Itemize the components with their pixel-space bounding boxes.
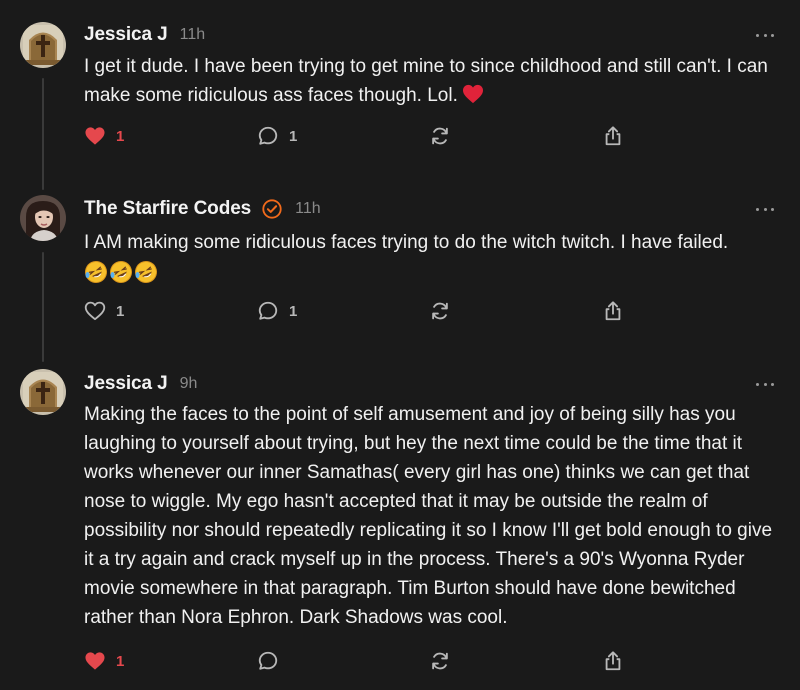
red-heart-icon — [462, 84, 484, 113]
share-button[interactable] — [602, 124, 624, 148]
dot-icon — [756, 382, 759, 386]
like-button[interactable]: 1 — [84, 124, 124, 148]
dot-icon — [756, 33, 759, 37]
reply-button[interactable]: 1 — [257, 299, 297, 323]
post-2: The Starfire Codes 11h I AM making some … — [0, 176, 800, 362]
heart-outline-icon — [84, 301, 106, 321]
dot-icon — [771, 33, 774, 37]
share-button[interactable] — [602, 649, 624, 673]
heart-filled-icon — [85, 652, 105, 670]
post-text: Making the faces to the point of self am… — [84, 404, 773, 628]
dot-icon — [763, 382, 767, 386]
share-icon — [605, 301, 621, 321]
more-options-button[interactable] — [756, 32, 774, 38]
post-body: Making the faces to the point of self am… — [84, 400, 784, 632]
like-button[interactable]: 1 — [84, 299, 124, 323]
dot-icon — [771, 207, 774, 211]
post-3: Jessica J 9h Making the faces to the poi… — [0, 352, 800, 690]
like-count: 1 — [116, 127, 125, 145]
comment-icon — [258, 301, 278, 320]
dot-icon — [763, 207, 767, 211]
rolling-on-floor-laughing-icon — [135, 260, 157, 283]
post-header: Jessica J 9h — [84, 371, 197, 397]
dot-icon — [763, 33, 767, 37]
repost-icon — [432, 652, 448, 670]
dot-icon — [771, 382, 774, 386]
emoji-group — [84, 260, 158, 284]
post-header: The Starfire Codes 11h — [84, 196, 321, 222]
avatar[interactable] — [20, 369, 66, 415]
timestamp[interactable]: 11h — [295, 200, 321, 218]
post-text: I AM making some ridiculous faces trying… — [84, 232, 729, 253]
share-icon — [605, 651, 621, 671]
repost-button[interactable] — [429, 649, 451, 673]
comment-icon — [258, 651, 278, 670]
timestamp[interactable]: 9h — [180, 375, 198, 393]
repost-button[interactable] — [429, 124, 451, 148]
cross-plaque-icon — [20, 22, 66, 68]
share-button[interactable] — [602, 299, 624, 323]
heart-filled-icon — [85, 127, 105, 145]
dot-icon — [756, 207, 759, 211]
post-body: I AM making some ridiculous faces trying… — [84, 228, 784, 286]
like-count: 1 — [116, 652, 125, 670]
reply-button[interactable]: 1 — [257, 124, 297, 148]
share-icon — [605, 126, 621, 146]
repost-icon — [432, 302, 448, 320]
thread-connector-line — [42, 252, 44, 362]
author-name[interactable]: Jessica J — [84, 24, 168, 46]
more-options-button[interactable] — [756, 381, 774, 387]
more-options-button[interactable] — [756, 206, 774, 212]
like-button[interactable]: 1 — [84, 649, 124, 673]
avatar[interactable] — [20, 195, 66, 241]
reply-thread: Jessica J 11h I get it dude. I have been… — [0, 0, 800, 690]
avatar[interactable] — [20, 22, 66, 68]
rolling-on-floor-laughing-icon — [85, 260, 107, 283]
repost-icon — [432, 127, 448, 145]
cross-plaque-icon — [20, 369, 66, 415]
post-1: Jessica J 11h I get it dude. I have been… — [0, 0, 800, 190]
comment-icon — [258, 126, 278, 145]
thread-connector-line — [42, 78, 44, 190]
author-name[interactable]: Jessica J — [84, 373, 168, 395]
repost-button[interactable] — [429, 299, 451, 323]
reply-count: 1 — [289, 127, 298, 145]
post-header: Jessica J 11h — [84, 22, 205, 48]
reply-button[interactable] — [257, 649, 279, 673]
reply-count: 1 — [289, 302, 298, 320]
post-text: I get it dude. I have been trying to get… — [84, 56, 768, 106]
verified-badge-icon — [261, 198, 283, 220]
timestamp[interactable]: 11h — [180, 26, 206, 44]
like-count: 1 — [116, 302, 125, 320]
profile-photo-icon — [20, 195, 66, 241]
post-body: I get it dude. I have been trying to get… — [84, 52, 784, 113]
author-name[interactable]: The Starfire Codes — [84, 198, 251, 220]
rolling-on-floor-laughing-icon — [110, 260, 132, 283]
